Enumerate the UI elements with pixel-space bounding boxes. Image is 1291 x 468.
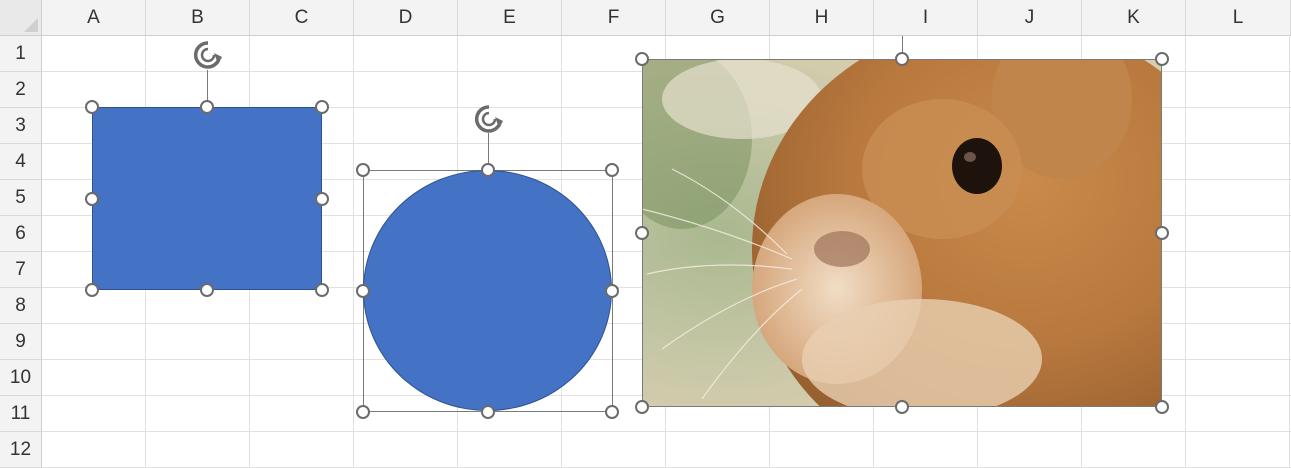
resize-handle-bottom[interactable] <box>481 405 495 419</box>
column-header-l[interactable]: L <box>1186 0 1291 36</box>
resize-handle-bottom-left[interactable] <box>85 283 99 297</box>
resize-handle-top-right[interactable] <box>1155 52 1169 66</box>
column-header-a[interactable]: A <box>42 0 146 36</box>
resize-handle-bottom-right[interactable] <box>605 405 619 419</box>
column-header-i[interactable]: I <box>874 0 978 36</box>
row-header-1[interactable]: 1 <box>0 36 42 72</box>
resize-handle-top-left[interactable] <box>85 100 99 114</box>
resize-handle-left[interactable] <box>635 226 649 240</box>
row-header-10[interactable]: 10 <box>0 360 42 396</box>
resize-handle-bottom-left[interactable] <box>356 405 370 419</box>
select-all-button[interactable] <box>0 0 42 36</box>
row-header-5[interactable]: 5 <box>0 180 42 216</box>
resize-handle-left[interactable] <box>356 284 370 298</box>
column-header-j[interactable]: J <box>978 0 1082 36</box>
rotate-icon[interactable] <box>188 36 228 76</box>
gridline <box>1185 36 1186 468</box>
column-header-d[interactable]: D <box>354 0 458 36</box>
row-header-8[interactable]: 8 <box>0 288 42 324</box>
resize-handle-top[interactable] <box>895 52 909 66</box>
row-header-7[interactable]: 7 <box>0 252 42 288</box>
column-header-g[interactable]: G <box>666 0 770 36</box>
column-header-h[interactable]: H <box>770 0 874 36</box>
resize-handle-bottom-right[interactable] <box>1155 400 1169 414</box>
oval-shape[interactable] <box>363 170 612 411</box>
resize-handle-top-right[interactable] <box>315 100 329 114</box>
column-header-b[interactable]: B <box>146 0 250 36</box>
column-header-c[interactable]: C <box>250 0 354 36</box>
resize-handle-top-left[interactable] <box>356 163 370 177</box>
resize-handle-top[interactable] <box>200 100 214 114</box>
rabbit-image <box>642 59 1162 407</box>
resize-handle-bottom[interactable] <box>200 283 214 297</box>
gridline <box>42 431 1291 432</box>
column-header-e[interactable]: E <box>458 0 562 36</box>
resize-handle-bottom-right[interactable] <box>315 283 329 297</box>
rotate-icon[interactable] <box>469 100 509 140</box>
resize-handle-bottom-left[interactable] <box>635 400 649 414</box>
rectangle-shape[interactable] <box>92 107 322 290</box>
resize-handle-right[interactable] <box>605 284 619 298</box>
row-header-3[interactable]: 3 <box>0 108 42 144</box>
resize-handle-top[interactable] <box>481 163 495 177</box>
row-header-2[interactable]: 2 <box>0 72 42 108</box>
row-header-4[interactable]: 4 <box>0 144 42 180</box>
row-header-9[interactable]: 9 <box>0 324 42 360</box>
column-header-f[interactable]: F <box>562 0 666 36</box>
resize-handle-right[interactable] <box>315 192 329 206</box>
resize-handle-top-right[interactable] <box>605 163 619 177</box>
rabbit-photo[interactable] <box>642 59 1162 407</box>
gridline <box>353 36 354 468</box>
gridline <box>1289 36 1290 468</box>
row-header-12[interactable]: 12 <box>0 432 42 468</box>
resize-handle-left[interactable] <box>85 192 99 206</box>
column-header-k[interactable]: K <box>1082 0 1186 36</box>
row-header-6[interactable]: 6 <box>0 216 42 252</box>
resize-handle-top-left[interactable] <box>635 52 649 66</box>
resize-handle-right[interactable] <box>1155 226 1169 240</box>
resize-handle-bottom[interactable] <box>895 400 909 414</box>
row-header-11[interactable]: 11 <box>0 396 42 432</box>
